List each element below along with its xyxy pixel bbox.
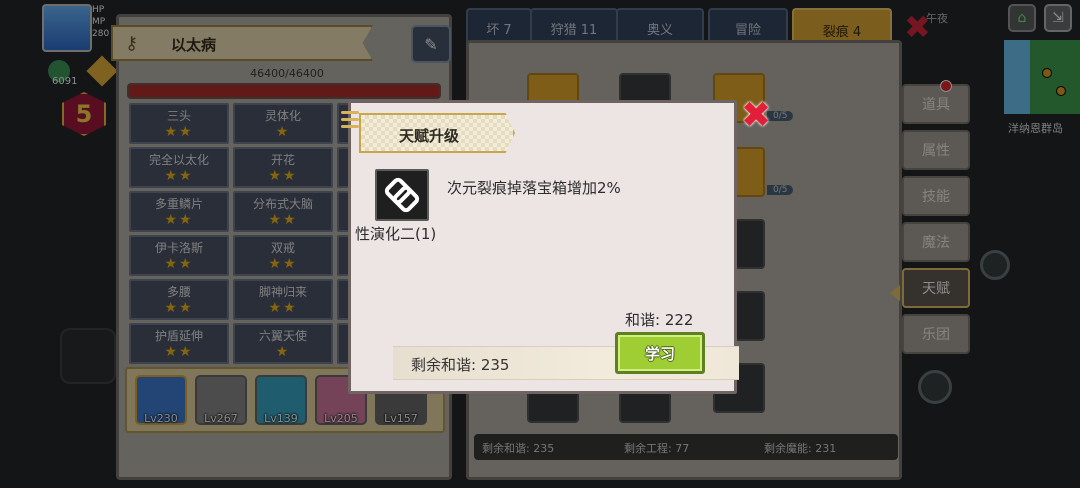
skill-icon bbox=[375, 169, 429, 221]
close-icon[interactable]: ✖ bbox=[741, 98, 777, 135]
dialog-title-banner: 天赋升级 bbox=[359, 113, 515, 153]
skill-cost: 和谐: 222 bbox=[625, 311, 694, 329]
skill-description: 次元裂痕掉落宝箱增加2% bbox=[447, 179, 621, 197]
chain-link-icon bbox=[384, 177, 420, 213]
banner-decoration bbox=[341, 111, 359, 133]
skill-name: 性演化二(1) bbox=[355, 225, 437, 243]
remaining-harmony-text: 剩余和谐: 235 bbox=[411, 356, 510, 374]
learn-button[interactable]: 学习 bbox=[615, 332, 705, 374]
talent-upgrade-dialog: 天赋升级 ✖ 性演化二(1) 次元裂痕掉落宝箱增加2% 和谐: 222 剩余和谐… bbox=[341, 98, 771, 394]
dialog-title: 天赋升级 bbox=[399, 127, 460, 145]
